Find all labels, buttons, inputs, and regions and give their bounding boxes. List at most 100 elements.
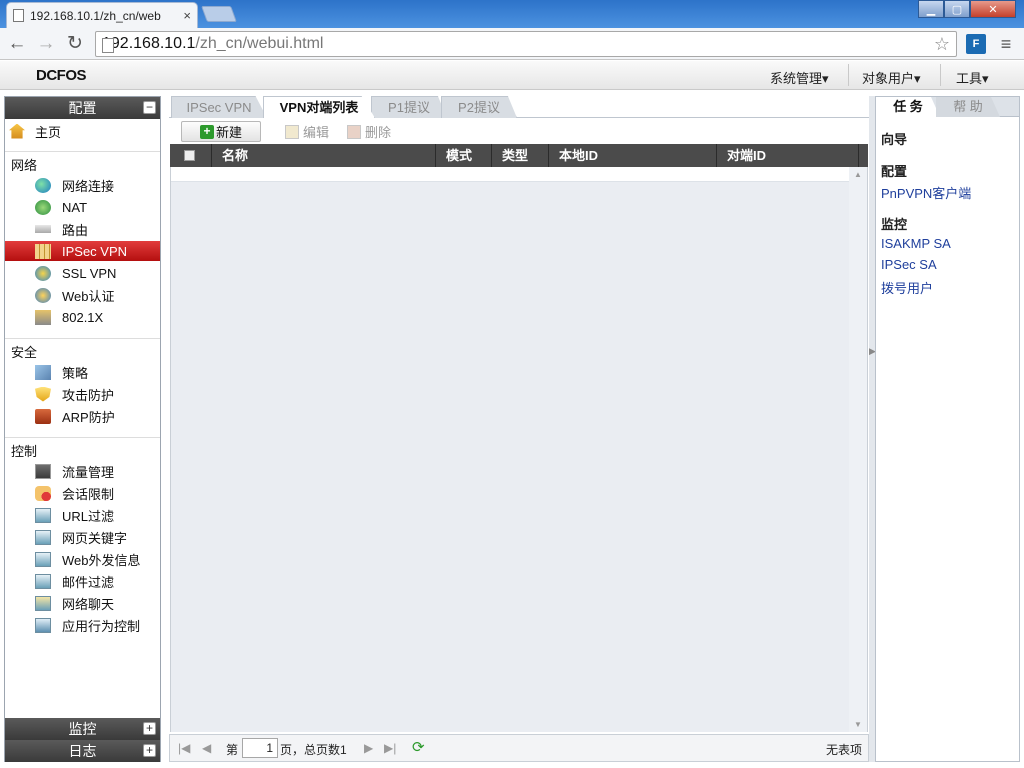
reload-icon[interactable]: ↻	[65, 34, 85, 54]
pagination-bar: |◀ ◀ 第 1 页，总页数1 ▶ ▶| ⟳ 无表项	[169, 734, 869, 762]
section-wizard[interactable]: 向导	[881, 129, 907, 148]
last-page-icon[interactable]: ▶|	[384, 741, 396, 755]
tab-help[interactable]: 帮 助	[936, 97, 1000, 117]
log-panel-header[interactable]: 日志 +	[5, 740, 160, 762]
group-security: 安全	[11, 345, 38, 360]
refresh-icon[interactable]: ⟳	[412, 738, 425, 756]
column-mode[interactable]: 模式	[436, 144, 492, 167]
link-isakmp-sa[interactable]: ISAKMP SA	[881, 236, 951, 251]
app-header: DCFOS 系统管理▾ 对象用户▾ 工具▾	[0, 61, 1024, 90]
collapse-icon[interactable]: −	[143, 101, 156, 114]
mail-filter-icon	[35, 573, 51, 589]
tab-p2-proposal[interactable]: P2提议	[441, 96, 517, 118]
sidebar-item-policy[interactable]: 策略	[5, 362, 160, 382]
scroll-up-icon[interactable]: ▲	[854, 170, 862, 179]
tab-p1-proposal[interactable]: P1提议	[371, 96, 447, 118]
tab-tasks[interactable]: 任 务	[876, 97, 940, 117]
column-local-id[interactable]: 本地ID	[549, 144, 717, 167]
prev-page-icon[interactable]: ◀	[202, 741, 211, 755]
page-total: 页，总页数1	[280, 743, 347, 757]
sidebar-item-web-keyword[interactable]: 网页关键字	[5, 527, 160, 547]
menu-object-user[interactable]: 对象用户▾	[862, 68, 921, 87]
column-type[interactable]: 类型	[492, 144, 549, 167]
web-keyword-icon	[35, 529, 51, 545]
url-filter-icon	[35, 507, 51, 523]
trash-icon	[347, 124, 361, 139]
home-icon	[9, 123, 25, 139]
sidebar-item-net-chat[interactable]: 网络聊天	[5, 593, 160, 613]
bookmark-star-icon[interactable]: ☆	[934, 34, 950, 55]
sidebar: 配置 − 主页 网络 网络连接 NAT 路由 IPSec VPN SSL VPN…	[4, 96, 161, 762]
next-page-icon[interactable]: ▶	[364, 741, 373, 755]
close-window-button[interactable]: ✕	[970, 0, 1016, 18]
divider	[5, 437, 160, 438]
address-bar[interactable]: 192.168.10.1/zh_cn/webui.html ☆	[95, 31, 957, 57]
empty-message: 无表项	[825, 743, 862, 757]
content-tabs: IPSec VPN VPN对端列表 P1提议 P2提议	[169, 96, 869, 118]
page-number-input[interactable]: 1	[242, 738, 278, 758]
sidebar-item-web-outbound[interactable]: Web外发信息	[5, 549, 160, 569]
expand-icon[interactable]: +	[143, 744, 156, 757]
dropdown-arrow-icon: ▾	[982, 71, 989, 86]
new-button[interactable]: + 新建	[181, 121, 261, 142]
group-network: 网络	[11, 158, 38, 173]
select-all-checkbox[interactable]	[170, 144, 212, 167]
monitor-panel-header[interactable]: 监控 +	[5, 718, 160, 740]
sidebar-item-traffic-mgmt[interactable]: 流量管理	[5, 461, 160, 481]
page-prefix: 第	[226, 743, 239, 757]
sidebar-item-ssl-vpn[interactable]: SSL VPN	[5, 263, 160, 283]
sidebar-item-ipsec-vpn[interactable]: IPSec VPN	[5, 241, 160, 261]
session-limit-icon	[35, 485, 51, 501]
edit-icon	[285, 124, 299, 139]
web-outbound-icon	[35, 551, 51, 567]
sidebar-item-nat[interactable]: NAT	[5, 197, 160, 217]
arp-icon	[35, 408, 51, 424]
browser-tab[interactable]: 192.168.10.1/zh_cn/web ×	[6, 2, 198, 28]
tab-vpn-peer-list[interactable]: VPN对端列表	[263, 96, 375, 118]
web-auth-icon	[35, 287, 51, 303]
column-peer-id[interactable]: 对端ID	[717, 144, 859, 167]
sidebar-item-attack-defense[interactable]: 攻击防护	[5, 384, 160, 404]
page-icon	[13, 9, 24, 22]
browser-menu-icon[interactable]: ≡	[998, 34, 1014, 54]
forward-icon[interactable]: →	[36, 34, 56, 54]
menu-tools[interactable]: 工具▾	[956, 68, 989, 87]
logo: DCFOS	[36, 67, 87, 84]
column-name[interactable]: 名称	[212, 144, 436, 167]
expand-icon[interactable]: +	[143, 722, 156, 735]
back-icon[interactable]: ←	[7, 34, 27, 54]
nat-globe-icon	[35, 199, 51, 215]
sidebar-item-web-auth[interactable]: Web认证	[5, 285, 160, 305]
tab-ipsec-vpn[interactable]: IPSec VPN	[171, 96, 267, 118]
link-pnpvpn-client[interactable]: PnPVPN客户端	[881, 183, 971, 202]
maximize-button[interactable]: ▢	[944, 0, 970, 18]
link-dialup-users[interactable]: 拨号用户	[881, 278, 933, 297]
checkbox-icon	[184, 150, 195, 161]
sidebar-item-session-limit[interactable]: 会话限制	[5, 483, 160, 503]
sidebar-item-mail-filter[interactable]: 邮件过滤	[5, 571, 160, 591]
link-ipsec-sa[interactable]: IPSec SA	[881, 257, 937, 272]
table-header: 名称 模式 类型 本地ID 对端ID	[170, 144, 868, 167]
sidebar-item-network-connection[interactable]: 网络连接	[5, 175, 160, 195]
sidebar-item-8021x[interactable]: 802.1X	[5, 307, 160, 327]
sidebar-item-arp-defense[interactable]: ARP防护	[5, 406, 160, 426]
first-page-icon[interactable]: |◀	[178, 741, 190, 755]
sidebar-item-route[interactable]: 路由	[5, 219, 160, 239]
new-tab-button[interactable]	[201, 6, 237, 22]
extension-icon[interactable]: F	[966, 34, 986, 54]
vertical-scrollbar[interactable]: ▲ ▼	[849, 167, 867, 732]
tab-close-icon[interactable]: ×	[183, 8, 191, 23]
menu-system-admin[interactable]: 系统管理▾	[770, 68, 829, 87]
config-panel-header[interactable]: 配置 −	[5, 97, 160, 119]
lock-computer-icon	[35, 309, 51, 325]
scroll-down-icon[interactable]: ▼	[854, 720, 862, 729]
sidebar-item-home[interactable]: 主页	[5, 121, 160, 141]
traffic-monitor-icon	[35, 463, 51, 479]
edit-button[interactable]: 编辑	[285, 121, 329, 142]
delete-button[interactable]: 删除	[347, 121, 391, 142]
section-config: 配置	[881, 164, 908, 179]
minimize-button[interactable]: ▁	[918, 0, 944, 18]
url-host: 192.168.10.1	[102, 35, 196, 52]
sidebar-item-app-control[interactable]: 应用行为控制	[5, 615, 160, 635]
sidebar-item-url-filter[interactable]: URL过滤	[5, 505, 160, 525]
